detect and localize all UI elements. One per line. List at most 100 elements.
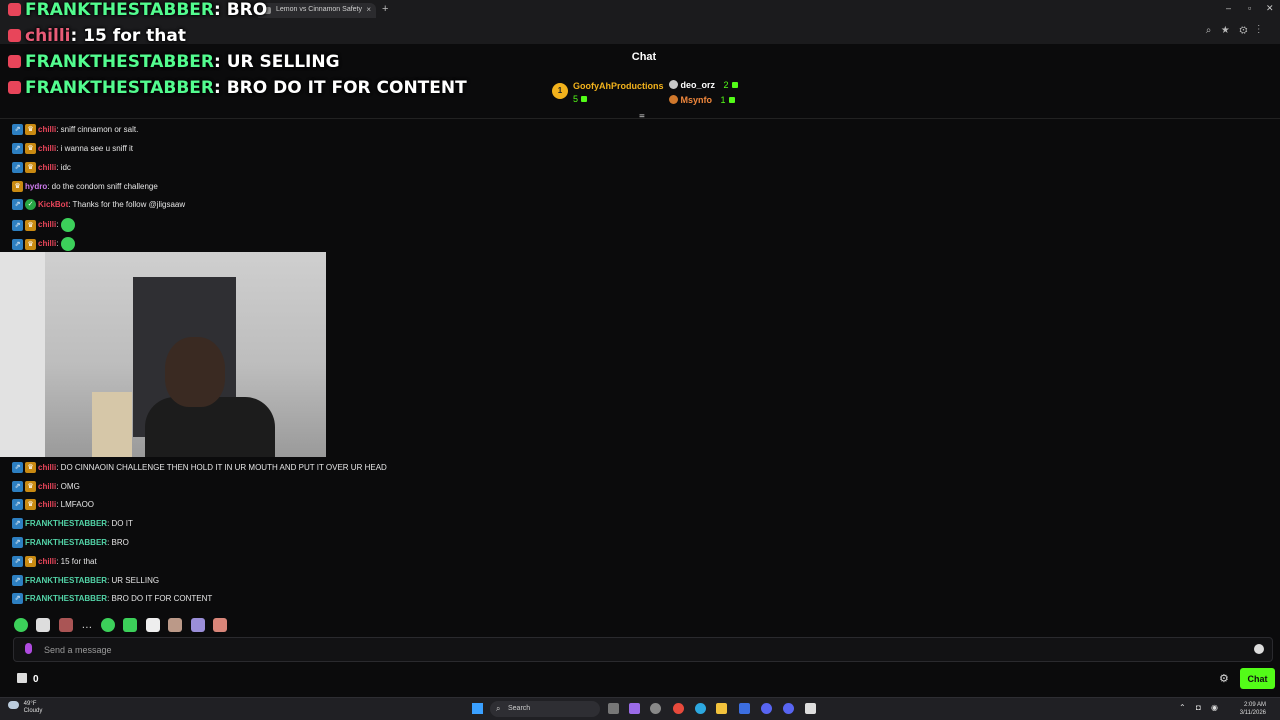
chat-username[interactable]: FRANKTHESTABBER: [25, 576, 107, 585]
gift-counter[interactable]: 0: [17, 673, 39, 685]
weather-widget[interactable]: 49°F Cloudy: [8, 701, 42, 715]
emote-icon[interactable]: [14, 617, 28, 632]
chat-username[interactable]: FRANKTHESTABBER: [25, 594, 107, 603]
chat-username[interactable]: chilli: [38, 220, 56, 229]
subscriber-crown-icon: ♛: [12, 181, 23, 193]
app-icon[interactable]: [761, 703, 772, 714]
browser-toolbar: ⌕★⚙⋮: [0, 20, 1280, 44]
taskbar-clock[interactable]: 2:09 AM 3/11/2026: [1240, 701, 1266, 717]
leaderboard-entry-2[interactable]: deo_orz 2: [669, 80, 738, 90]
emote-icon[interactable]: [168, 617, 183, 632]
chat-username[interactable]: chilli: [38, 163, 56, 172]
chat-message: ⇗ ♛ chilli: idc: [12, 162, 71, 174]
alert-icon: [8, 3, 21, 16]
alert-user: FRANKTHESTABBER: [25, 0, 214, 20]
emote-icon[interactable]: [100, 617, 115, 632]
new-tab-button[interactable]: +: [382, 3, 388, 15]
gift-icon: [731, 82, 738, 88]
subscriber-crown-icon: ♛: [25, 124, 36, 136]
webcam-overlay: [0, 252, 326, 457]
alert-icon: [8, 81, 21, 94]
chat-text: : Thanks for the follow @jligsaaw: [68, 200, 186, 209]
chat-message: ⇗ ♛ chilli: DO CINNAOIN CHALLENGE THEN HOL…: [12, 462, 387, 474]
chat-text: : 15 for that: [56, 557, 97, 566]
mic-icon[interactable]: [25, 643, 32, 654]
minimize-button[interactable]: –: [1226, 3, 1231, 13]
alert-icon: [8, 29, 21, 42]
chat-message: ⇗ FRANKTHESTABBER: UR SELLING: [12, 575, 159, 587]
toolbar-icons[interactable]: ⌕★⚙⋮: [1206, 25, 1270, 36]
tab-close-icon[interactable]: ×: [366, 5, 371, 14]
send-chat-button[interactable]: Chat: [1240, 668, 1275, 689]
alert-message: BRO DO IT FOR CONTENT: [226, 78, 467, 98]
chat-message: ⇗ ♛ chilli: sniff cinnamon or salt.: [12, 124, 138, 136]
chat-message: ⇗ ♛ chilli: 15 for that: [12, 556, 97, 568]
close-window-button[interactable]: ✕: [1266, 3, 1274, 14]
app-icon[interactable]: [650, 703, 661, 714]
alert-message: UR SELLING: [226, 52, 340, 72]
leaderboard-count: 1: [720, 95, 726, 105]
chat-text: : do the condom sniff challenge: [47, 182, 158, 191]
bronze-medal-icon: [669, 95, 678, 104]
chat-username[interactable]: KickBot: [38, 200, 68, 209]
alert-line: FRANKTHESTABBER: BRO DO IT FOR CONTENT: [8, 78, 467, 98]
verified-badge-icon: ⇗: [12, 593, 23, 605]
verified-badge-icon: ⇗: [12, 143, 23, 155]
app-icon[interactable]: [805, 703, 816, 714]
webcam-door: [0, 252, 45, 457]
chat-username[interactable]: chilli: [38, 144, 56, 153]
file-explorer-icon[interactable]: [716, 703, 727, 714]
chat-username[interactable]: chilli: [38, 463, 56, 472]
maximize-button[interactable]: ▫: [1248, 3, 1251, 13]
leaderboard-name: Msynfo: [680, 95, 713, 105]
chat-username[interactable]: chilli: [38, 239, 56, 248]
copilot-icon[interactable]: [629, 703, 640, 714]
weather-desc: Cloudy: [23, 708, 43, 714]
emote-icon[interactable]: [213, 617, 228, 632]
verified-badge-icon: ⇗: [12, 219, 23, 231]
leaderboard-entry-3[interactable]: Msynfo 1: [669, 95, 735, 105]
emote-icon: [60, 218, 75, 232]
verified-badge-icon: ⇗: [12, 518, 23, 530]
chat-username[interactable]: FRANKTHESTABBER: [25, 519, 107, 528]
chat-message: ⇗ ♛ chilli:: [12, 218, 75, 232]
chat-username[interactable]: chilli: [38, 500, 56, 509]
chat-title: Chat: [631, 51, 657, 63]
chat-username[interactable]: chilli: [38, 482, 56, 491]
emote-icon[interactable]: [190, 617, 205, 632]
app-icon[interactable]: [739, 703, 750, 714]
chat-text: : DO CINNAOIN CHALLENGE THEN HOLD IT IN …: [56, 463, 387, 472]
chat-message: ⇗ ♛ chilli: i wanna see u sniff it: [12, 143, 133, 155]
more-emotes-icon[interactable]: …: [81, 619, 92, 631]
chat-message: ♛ hydro: do the condom sniff challenge: [12, 181, 158, 193]
alert-user: chilli: [25, 26, 71, 46]
cloud-icon: [8, 701, 19, 709]
chat-text: : i wanna see u sniff it: [56, 144, 134, 153]
emote-icon[interactable]: [58, 617, 73, 632]
verified-badge-icon: ⇗: [12, 556, 23, 568]
emoji-picker-icon[interactable]: [1254, 644, 1264, 654]
silver-medal-icon: [669, 80, 678, 89]
subscriber-crown-icon: ♛: [25, 238, 36, 250]
subscriber-crown-icon: ♛: [25, 143, 36, 155]
edge-icon[interactable]: [695, 703, 706, 714]
verified-badge-icon: ⇗: [12, 537, 23, 549]
emote-icon[interactable]: [145, 617, 160, 632]
chat-username[interactable]: hydro: [25, 182, 47, 191]
emote-icon[interactable]: [123, 617, 138, 632]
settings-gear-icon[interactable]: ⚙: [1219, 672, 1229, 685]
chrome-icon[interactable]: [673, 703, 684, 714]
chat-text: : idc: [56, 163, 71, 172]
chat-username[interactable]: chilli: [38, 557, 56, 566]
chat-username[interactable]: chilli: [38, 125, 56, 134]
system-tray[interactable]: ⌃ ◘ ◉: [1179, 703, 1222, 712]
windows-start-icon[interactable]: [472, 703, 483, 714]
task-view-icon[interactable]: [608, 703, 619, 714]
browser-tab[interactable]: Lemon vs Cinnamon Safety ×: [258, 3, 376, 18]
emote-icon[interactable]: [36, 617, 51, 632]
chat-message-input[interactable]: [44, 643, 1224, 657]
chat-username[interactable]: FRANKTHESTABBER: [25, 538, 107, 547]
discord-icon[interactable]: [783, 703, 794, 714]
search-placeholder: Search: [508, 705, 531, 712]
taskbar-search[interactable]: ⌕ Search: [490, 701, 600, 717]
